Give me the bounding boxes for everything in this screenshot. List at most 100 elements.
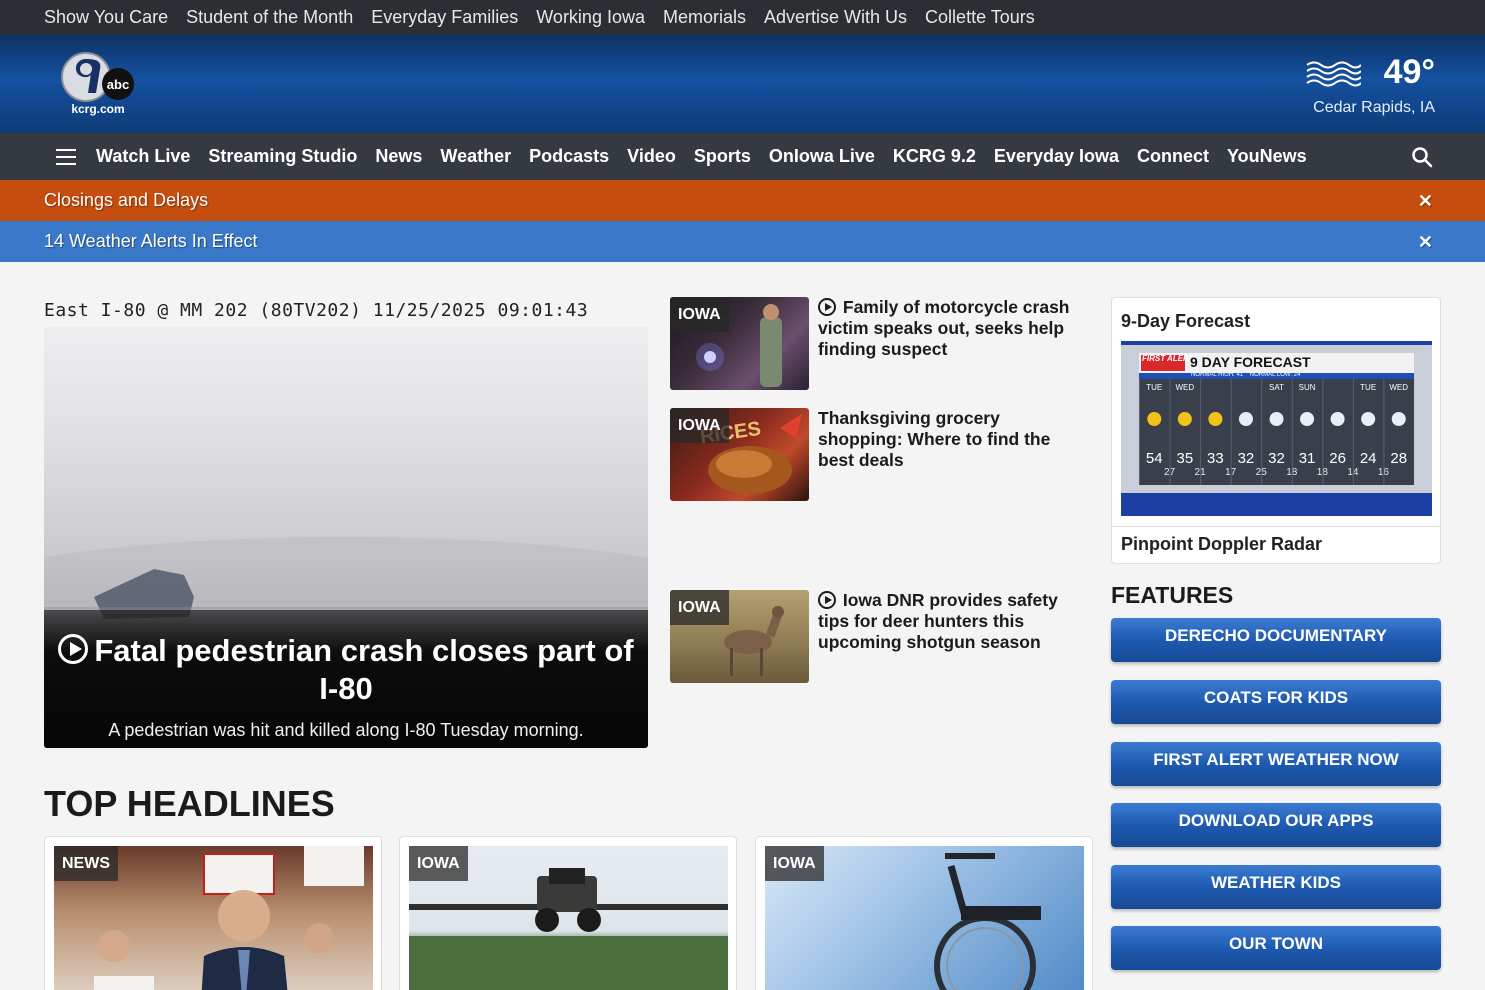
forecast-column-divider [1261,379,1263,485]
story-item[interactable]: RICES IOWA Thanksgiving grocery shopping… [670,408,1090,502]
forecast-high-temp: 26 [1329,450,1346,467]
forecast-high-temp: 28 [1390,450,1407,467]
forecast-graphic-title: 9 DAY FORECAST [1190,354,1311,370]
snow-icon [1361,412,1376,426]
utility-link-collette-tours[interactable]: Collette Tours [925,7,1035,28]
snow-icon [1269,412,1284,426]
snow-icon [1238,412,1253,426]
sun-icon [1177,412,1192,426]
nav-item-oniowa-live[interactable]: OnIowa Live [769,146,875,167]
weather-alert-bar[interactable]: 14 Weather Alerts In Effect ✕ [0,221,1485,262]
closings-alert-bar[interactable]: Closings and Delays ✕ [0,180,1485,221]
headline-card-tag: NEWS [54,846,118,881]
nav-item-kcrg-92[interactable]: KCRG 9.2 [893,146,976,167]
utility-link-memorials[interactable]: Memorials [663,7,746,28]
headline-card[interactable]: NEWS [44,836,382,990]
site-header: abc kcrg.com 49° Cedar Rapids, IA [0,35,1485,133]
snow-icon [1300,412,1315,426]
current-temperature: 49° [1383,53,1435,91]
headline-card-tag: IOWA [765,846,824,881]
weather-alert-text[interactable]: 14 Weather Alerts In Effect [44,231,257,252]
sun-icon [1147,412,1162,426]
story-headline[interactable]: Iowa DNR provides safety tips for deer h… [818,590,1088,653]
nav-item-everyday-iowa[interactable]: Everyday Iowa [994,146,1119,167]
hero-headline-text[interactable]: Fatal pedestrian crash closes part of I-… [94,633,633,706]
feature-button-derecho[interactable]: DERECHO DOCUMENTARY [1111,618,1441,662]
top-headlines-heading: TOP HEADLINES [44,783,335,824]
nav-item-news[interactable]: News [375,146,422,167]
forecast-high-temp: 24 [1360,450,1377,467]
forecast-card[interactable]: 9-Day Forecast TUE 54 27 WED 35 21 33 17 32 25 SAT… [1111,297,1441,564]
feature-button-first-alert[interactable]: FIRST ALERT WEATHER NOW [1111,742,1441,786]
utility-link-working-iowa[interactable]: Working Iowa [536,7,645,28]
story-thumbnail[interactable]: IOWA [670,297,809,390]
utility-link-everyday-families[interactable]: Everyday Families [371,7,518,28]
forecast-column-divider [1352,379,1354,485]
story-headline-text[interactable]: Iowa DNR provides safety tips for deer h… [818,590,1058,652]
nav-item-connect[interactable]: Connect [1137,146,1209,167]
story-item[interactable]: IOWA Family of motorcycle crash victim s… [670,297,1090,391]
forecast-title[interactable]: 9-Day Forecast [1121,311,1250,332]
forecast-day-label: WED [1389,383,1408,392]
story-thumbnail[interactable]: IOWA [670,590,809,683]
forecast-high-temp: 32 [1268,450,1285,467]
headline-card-tag: IOWA [409,846,468,881]
story-thumbnail[interactable]: RICES IOWA [670,408,809,501]
feature-button-download-apps[interactable]: DOWNLOAD OUR APPS [1111,803,1441,847]
kcrg-logo[interactable]: abc kcrg.com [58,47,138,117]
nav-item-watch-live[interactable]: Watch Live [96,146,190,167]
forecast-column-divider [1139,379,1140,485]
utility-bar: Show You Care Student of the Month Every… [0,0,1485,35]
headline-card[interactable]: IOWA [755,836,1093,990]
current-weather[interactable]: 49° Cedar Rapids, IA [1305,53,1435,123]
story-item[interactable]: IOWA Iowa DNR provides safety tips for d… [670,590,1090,684]
hero-caption: Fatal pedestrian crash closes part of I-… [44,610,648,748]
svg-text:abc: abc [107,77,129,92]
utility-link-advertise[interactable]: Advertise With Us [764,7,907,28]
fog-icon [1306,61,1361,87]
forecast-high-temp: 33 [1207,450,1224,467]
story-headline[interactable]: Family of motorcycle crash victim speaks… [818,297,1088,360]
forecast-column-divider [1200,379,1202,485]
forecast-day-label: TUE [1146,383,1162,392]
nav-item-podcasts[interactable]: Podcasts [529,146,609,167]
story-headline[interactable]: Thanksgiving grocery shopping: Where to … [818,408,1088,471]
story-headline-text[interactable]: Family of motorcycle crash victim speaks… [818,297,1070,359]
features-heading: FEATURES [1111,582,1234,608]
forecast-day-label: WED [1175,383,1194,392]
forecast-column-divider [1383,379,1385,485]
sun-icon [1208,412,1223,426]
headline-card-image[interactable]: IOWA [409,846,728,990]
headline-card[interactable]: IOWA [399,836,737,990]
forecast-column-divider [1322,379,1324,485]
forecast-brand: FIRST ALERT [1142,354,1194,363]
search-icon[interactable] [1411,146,1433,168]
hero-story[interactable]: East I-80 @ MM 202 (80TV202) 11/25/2025 … [44,297,648,748]
nav-item-streaming-studio[interactable]: Streaming Studio [208,146,357,167]
close-icon[interactable]: ✕ [1418,232,1433,253]
divider [1112,526,1440,527]
nav-item-weather[interactable]: Weather [440,146,511,167]
nav-item-younews[interactable]: YouNews [1227,146,1307,167]
snow-icon [1391,412,1406,426]
closings-alert-text[interactable]: Closings and Delays [44,190,208,211]
hero-summary: A pedestrian was hit and killed along I-… [108,720,584,740]
radar-link[interactable]: Pinpoint Doppler Radar [1121,534,1322,555]
hamburger-menu-icon[interactable] [56,148,76,165]
forecast-graphic[interactable]: TUE5427WED352133173225SAT3218SUN31182614… [1121,341,1432,516]
forecast-high-temp: 31 [1299,450,1316,467]
feature-button-coats-for-kids[interactable]: COATS FOR KIDS [1111,680,1441,724]
nav-item-sports[interactable]: Sports [694,146,751,167]
feature-button-our-town[interactable]: OUR TOWN [1111,926,1441,970]
utility-link-show-you-care[interactable]: Show You Care [44,7,168,28]
play-icon [818,591,836,609]
close-icon[interactable]: ✕ [1418,191,1433,212]
nav-item-video[interactable]: Video [627,146,676,167]
hero-headline[interactable]: Fatal pedestrian crash closes part of I-… [54,632,638,708]
headline-card-image[interactable]: NEWS [54,846,373,990]
forecast-high-temp: 54 [1146,450,1163,467]
feature-button-weather-kids[interactable]: WEATHER KIDS [1111,865,1441,909]
headline-card-image[interactable]: IOWA [765,846,1084,990]
utility-link-student-of-month[interactable]: Student of the Month [186,7,353,28]
camera-timestamp: East I-80 @ MM 202 (80TV202) 11/25/2025 … [44,297,648,327]
